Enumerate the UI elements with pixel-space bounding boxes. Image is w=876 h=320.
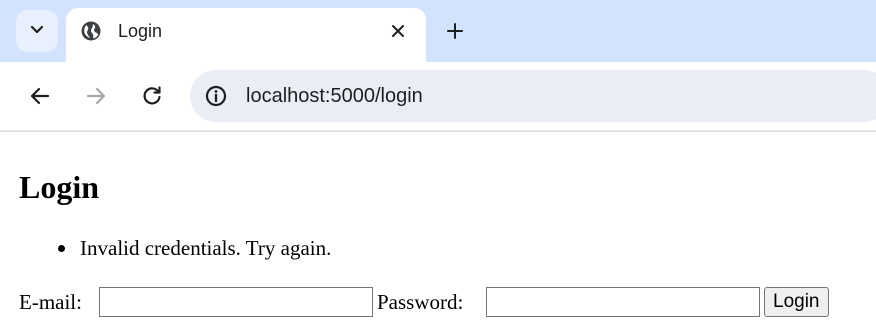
page-title: Login bbox=[19, 169, 100, 205]
address-bar[interactable]: localhost:5000/login bbox=[190, 70, 876, 122]
login-button[interactable]: Login bbox=[764, 287, 829, 317]
tab-strip: Login bbox=[0, 0, 876, 68]
address-url: localhost:5000/login bbox=[246, 85, 423, 107]
globe-icon bbox=[80, 20, 102, 42]
page-content: Login Invalid credentials. Try again. E-… bbox=[0, 132, 876, 320]
flash-messages: Invalid credentials. Try again. bbox=[0, 235, 331, 261]
flash-message: Invalid credentials. Try again. bbox=[0, 235, 331, 261]
email-field[interactable] bbox=[99, 287, 373, 317]
close-icon[interactable] bbox=[388, 21, 408, 41]
chevron-down-icon bbox=[29, 21, 45, 42]
arrow-left-icon[interactable] bbox=[28, 84, 52, 108]
arrow-right-icon[interactable] bbox=[84, 84, 108, 108]
tab-title: Login bbox=[118, 21, 163, 41]
password-label: Password: bbox=[377, 290, 464, 314]
info-icon[interactable] bbox=[204, 84, 228, 108]
plus-icon[interactable] bbox=[444, 20, 466, 42]
password-field[interactable] bbox=[486, 287, 760, 317]
reload-icon[interactable] bbox=[140, 84, 164, 108]
tab-list-button[interactable] bbox=[16, 10, 58, 52]
tab-login[interactable]: Login bbox=[66, 8, 426, 68]
browser-toolbar: localhost:5000/login bbox=[0, 62, 876, 132]
email-label: E-mail: bbox=[19, 290, 82, 314]
